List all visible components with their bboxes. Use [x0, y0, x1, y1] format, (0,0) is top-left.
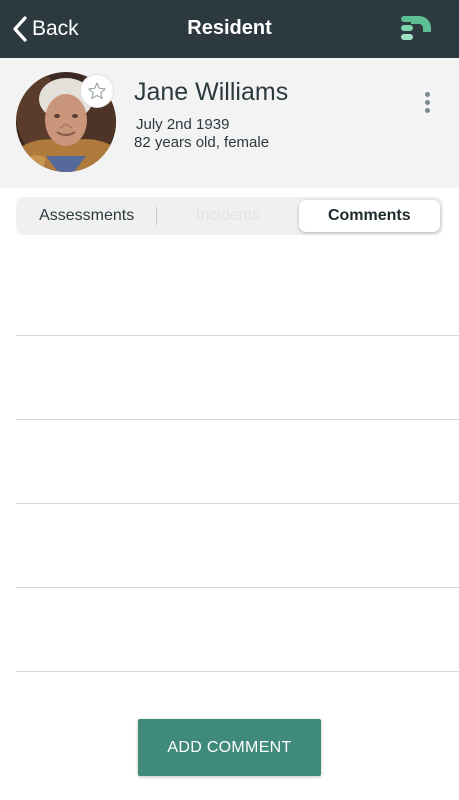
resident-name: Jane Williams: [134, 78, 289, 106]
more-vertical-icon: [424, 92, 430, 97]
tab-label: Incidents: [195, 207, 261, 224]
top-navigation-bar: Back Resident: [0, 0, 459, 58]
comment-row[interactable]: [16, 336, 459, 420]
tab-assessments[interactable]: Assessments: [16, 197, 158, 235]
comments-list: [16, 252, 459, 672]
more-options-button[interactable]: [421, 92, 433, 116]
tab-label: Comments: [327, 207, 411, 224]
resident-profile-header: Jane Williams July 2nd 1939 82 years old…: [0, 58, 459, 188]
comment-row[interactable]: [16, 420, 459, 504]
section-tabs: Assessments Incidents Comments: [16, 197, 443, 235]
tab-comments[interactable]: Comments: [298, 200, 440, 232]
tab-incidents[interactable]: Incidents: [157, 197, 298, 235]
star-icon: [88, 82, 106, 99]
comment-row[interactable]: [16, 252, 459, 336]
resident-age-gender: 82 years old, female: [134, 134, 270, 151]
comment-row[interactable]: [16, 588, 459, 672]
favorite-star-button[interactable]: [80, 74, 114, 108]
add-comment-button[interactable]: ADD COMMENT: [138, 719, 321, 776]
tab-label: Assessments: [39, 207, 135, 224]
comment-row[interactable]: [16, 504, 459, 588]
page-title: Resident: [187, 17, 272, 39]
brand-logo-icon: [401, 14, 435, 46]
resident-birth-date: July 2nd 1939: [136, 116, 230, 133]
